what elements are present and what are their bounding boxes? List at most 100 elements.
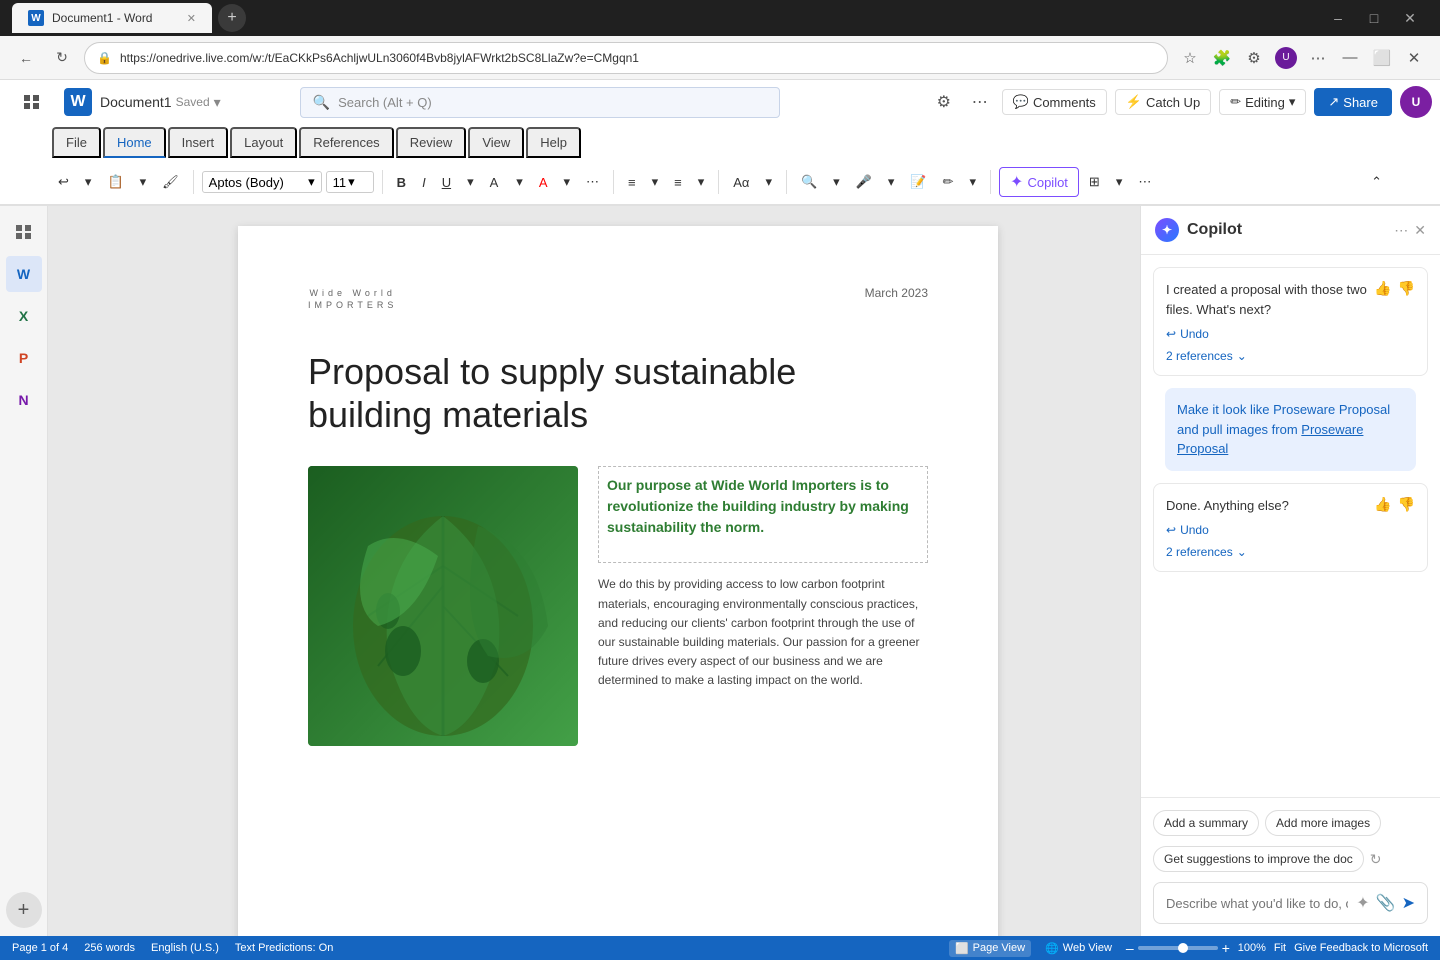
- styles-btn[interactable]: Aα: [727, 166, 755, 198]
- browser-more-btn[interactable]: ⋯: [1304, 44, 1332, 72]
- share-btn[interactable]: ↗ Share: [1314, 88, 1392, 116]
- saved-chevron[interactable]: ▾: [214, 94, 221, 111]
- zoom-slider[interactable]: [1138, 946, 1218, 950]
- settings-btn-app[interactable]: ⚙: [930, 88, 958, 116]
- refresh-suggestions-btn[interactable]: ↻: [1370, 851, 1382, 868]
- paste-btn[interactable]: 📋: [101, 166, 129, 198]
- thumbup-btn-2[interactable]: 👍: [1374, 496, 1391, 513]
- add-app-btn[interactable]: +: [6, 892, 42, 928]
- suggestions-chip[interactable]: Get suggestions to improve the doc: [1153, 846, 1364, 872]
- web-view-btn[interactable]: 🌐 Web View: [1039, 940, 1118, 957]
- bullets-btn[interactable]: ≡: [622, 166, 642, 198]
- font-size-selector[interactable]: 11 ▾: [326, 171, 374, 193]
- back-btn[interactable]: ←: [12, 44, 40, 72]
- underline-arrow-btn[interactable]: ▾: [461, 166, 480, 198]
- search-bar[interactable]: 🔍 Search (Alt + Q): [300, 87, 780, 118]
- new-tab-btn[interactable]: +: [218, 4, 246, 32]
- settings-btn[interactable]: ⚙: [1240, 44, 1268, 72]
- review-btn[interactable]: 📝: [904, 166, 932, 198]
- word-nav-btn[interactable]: W: [6, 256, 42, 292]
- catchup-btn[interactable]: ⚡ Catch Up: [1115, 89, 1211, 115]
- refs-1[interactable]: 2 references ⌄: [1166, 349, 1415, 363]
- bullets-arrow-btn[interactable]: ▾: [646, 166, 665, 198]
- star-btn[interactable]: ☆: [1176, 44, 1204, 72]
- ribbon-more-btn[interactable]: ⋯: [1132, 166, 1157, 198]
- text-predictions[interactable]: Text Predictions: On: [235, 942, 333, 954]
- magic-tool-btn[interactable]: ✦: [1356, 893, 1369, 913]
- find-arrow-btn[interactable]: ▾: [827, 166, 846, 198]
- browser-tab[interactable]: W Document1 - Word ✕: [12, 3, 212, 33]
- comments-btn[interactable]: 💬 Comments: [1002, 89, 1107, 115]
- profile-btn[interactable]: U: [1272, 44, 1300, 72]
- tab-view[interactable]: View: [468, 127, 524, 158]
- voice-btn[interactable]: 🎤: [850, 166, 878, 198]
- tab-references[interactable]: References: [299, 127, 393, 158]
- page-view-btn[interactable]: ⬜ Page View: [949, 940, 1031, 957]
- align-arrow-btn[interactable]: ▾: [692, 166, 711, 198]
- bold-btn[interactable]: B: [391, 166, 412, 198]
- close-window-btn[interactable]: ✕: [1400, 44, 1428, 72]
- view-options-btn[interactable]: ⊞: [1083, 166, 1106, 198]
- more-font-btn[interactable]: ⋯: [580, 166, 605, 198]
- italic-btn[interactable]: I: [416, 166, 432, 198]
- thumbup-btn-1[interactable]: 👍: [1374, 280, 1391, 297]
- tab-file[interactable]: File: [52, 127, 101, 158]
- powerpoint-nav-btn[interactable]: P: [6, 340, 42, 376]
- thumbdown-btn-2[interactable]: 👎: [1398, 496, 1415, 513]
- editing-btn[interactable]: ✏ Editing ▾: [1219, 89, 1306, 115]
- tab-layout[interactable]: Layout: [230, 127, 297, 158]
- document-area[interactable]: Wide World IMPORTERS March 2023 Proposal…: [48, 206, 1140, 936]
- undo-btn-1[interactable]: ↩ Undo: [1166, 327, 1415, 341]
- copilot-more-btn[interactable]: ⋯: [1394, 222, 1408, 239]
- copilot-close-btn[interactable]: ✕: [1414, 222, 1426, 239]
- editor-btn[interactable]: ✏: [937, 166, 960, 198]
- voice-arrow-btn[interactable]: ▾: [882, 166, 901, 198]
- find-btn[interactable]: 🔍: [795, 166, 823, 198]
- view-arrow-btn[interactable]: ▾: [1110, 166, 1129, 198]
- undo-btn-2[interactable]: ↩ Undo: [1166, 523, 1415, 537]
- attach-tool-btn[interactable]: 📎: [1376, 893, 1396, 913]
- apps-nav-btn[interactable]: [6, 214, 42, 250]
- highlight-btn[interactable]: A: [484, 166, 507, 198]
- undo-arrow-btn[interactable]: ▾: [79, 166, 98, 198]
- onenote-nav-btn[interactable]: N: [6, 382, 42, 418]
- feedback-label[interactable]: Give Feedback to Microsoft: [1294, 942, 1428, 954]
- maximize-btn[interactable]: □: [1360, 4, 1388, 32]
- editor-arrow-btn[interactable]: ▾: [964, 166, 983, 198]
- maximize-window-btn[interactable]: ⬜: [1368, 44, 1396, 72]
- font-color-btn[interactable]: A: [533, 166, 554, 198]
- tab-insert[interactable]: Insert: [168, 127, 229, 158]
- more-options-btn[interactable]: ⋯: [966, 88, 994, 116]
- align-btn[interactable]: ≡: [668, 166, 688, 198]
- send-tool-btn[interactable]: ➤: [1402, 893, 1415, 913]
- font-color-arrow-btn[interactable]: ▾: [557, 166, 576, 198]
- minimize-btn[interactable]: –: [1324, 4, 1352, 32]
- paste-arrow-btn[interactable]: ▾: [134, 166, 153, 198]
- zoom-in-btn[interactable]: +: [1222, 940, 1230, 956]
- tab-close[interactable]: ✕: [187, 12, 196, 25]
- excel-nav-btn[interactable]: X: [6, 298, 42, 334]
- thumbdown-btn-1[interactable]: 👎: [1398, 280, 1415, 297]
- extensions-btn[interactable]: 🧩: [1208, 44, 1236, 72]
- tab-review[interactable]: Review: [396, 127, 467, 158]
- minimize-window-btn[interactable]: —: [1336, 44, 1364, 72]
- refs-2[interactable]: 2 references ⌄: [1166, 545, 1415, 559]
- user-avatar[interactable]: U: [1400, 86, 1432, 118]
- tab-help[interactable]: Help: [526, 127, 581, 158]
- refresh-btn[interactable]: ↻: [48, 44, 76, 72]
- add-summary-chip[interactable]: Add a summary: [1153, 810, 1259, 836]
- close-btn[interactable]: ✕: [1396, 4, 1424, 32]
- undo-btn[interactable]: ↩: [52, 166, 75, 198]
- ribbon-collapse-btn[interactable]: ⌃: [1365, 166, 1388, 198]
- fit-label[interactable]: Fit: [1274, 942, 1286, 954]
- copilot-text-input[interactable]: [1166, 896, 1348, 911]
- underline-btn[interactable]: U: [436, 166, 457, 198]
- add-images-chip[interactable]: Add more images: [1265, 810, 1381, 836]
- copilot-ribbon-btn[interactable]: ✦ Copilot: [999, 167, 1079, 197]
- apps-grid-btn[interactable]: [8, 95, 56, 109]
- font-selector[interactable]: Aptos (Body) ▾: [202, 171, 322, 193]
- address-bar[interactable]: 🔒 https://onedrive.live.com/w:/t/EaCKkPs…: [84, 42, 1168, 74]
- highlight-arrow-btn[interactable]: ▾: [510, 166, 529, 198]
- styles-arrow-btn[interactable]: ▾: [759, 166, 778, 198]
- tab-home[interactable]: Home: [103, 127, 166, 158]
